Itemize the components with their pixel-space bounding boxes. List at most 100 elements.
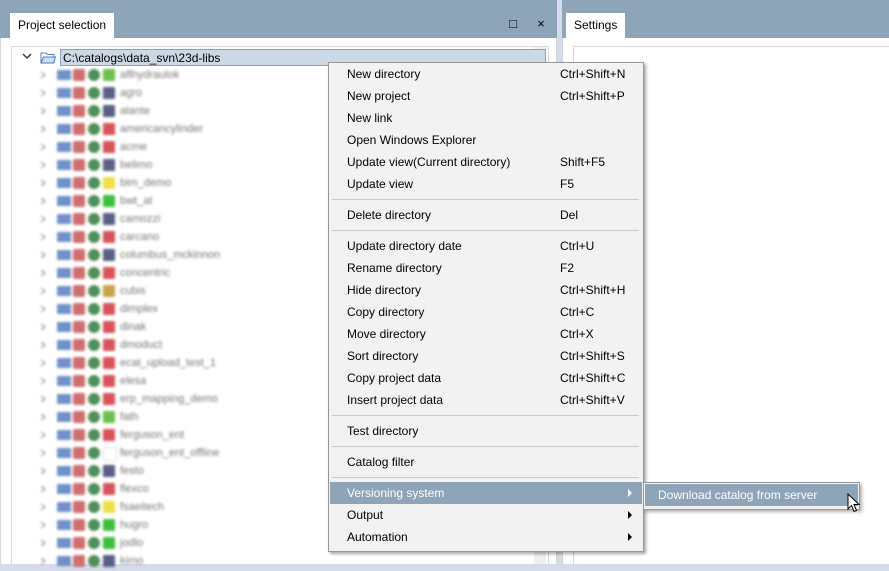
globe-icon (88, 483, 100, 495)
menu-item-update-directory-date[interactable]: Update directory date Ctrl+U (330, 235, 642, 257)
folder-icon (57, 70, 71, 80)
tree-row[interactable]: fsaeitech (40, 499, 340, 517)
tree-row[interactable]: bwt_at (40, 193, 340, 211)
tree-row[interactable]: camozzi (40, 211, 340, 229)
chevron-right-icon[interactable] (40, 251, 46, 259)
tree-row[interactable]: cubis (40, 283, 340, 301)
menu-item-test-directory[interactable]: Test directory (330, 420, 642, 442)
project-color-icon (103, 339, 115, 351)
menu-item-label: Insert project data (347, 393, 444, 407)
tree-row[interactable]: acme (40, 139, 340, 157)
menu-item-insert-project-data[interactable]: Insert project data Ctrl+Shift+V (330, 389, 642, 411)
menu-item-copy-directory[interactable]: Copy directory Ctrl+C (330, 301, 642, 323)
tree-row[interactable]: belimo (40, 157, 340, 175)
tab-settings[interactable]: Settings (566, 13, 626, 38)
chevron-right-icon[interactable] (40, 521, 46, 529)
chevron-right-icon[interactable] (40, 503, 46, 511)
chevron-right-icon[interactable] (40, 125, 46, 133)
chevron-right-icon[interactable] (40, 233, 46, 241)
menu-item-update-view-current-directory[interactable]: Update view(Current directory) Shift+F5 (330, 151, 642, 173)
project-color-icon (103, 231, 115, 243)
chevron-right-icon[interactable] (40, 287, 46, 295)
status-icon (73, 213, 85, 225)
maximize-button[interactable]: □ (502, 13, 524, 35)
chevron-right-icon[interactable] (40, 179, 46, 187)
tree-row-label: ecat_upload_test_1 (120, 357, 217, 369)
menu-item-new-link[interactable]: New link (330, 107, 642, 129)
chevron-right-icon[interactable] (40, 161, 46, 169)
tree-row[interactable]: flexco (40, 481, 340, 499)
menu-item-move-directory[interactable]: Move directory Ctrl+X (330, 323, 642, 345)
chevron-right-icon[interactable] (40, 269, 46, 277)
chevron-right-icon[interactable] (40, 539, 46, 547)
tree-row[interactable]: ferguson_ent_offline (40, 445, 340, 463)
tree-row[interactable]: fath (40, 409, 340, 427)
status-icon (73, 447, 85, 459)
tree-row[interactable]: bim_demo (40, 175, 340, 193)
menu-item-label: Output (347, 508, 384, 522)
chevron-right-icon[interactable] (40, 359, 46, 367)
tree-row[interactable]: elesa (40, 373, 340, 391)
menu-item-shortcut: Ctrl+C (560, 305, 595, 319)
chevron-right-icon[interactable] (40, 467, 46, 475)
menu-item-new-project[interactable]: New project Ctrl+Shift+P (330, 85, 642, 107)
tree-row[interactable]: jodlo (40, 535, 340, 553)
tree-row[interactable]: ferguson_ent (40, 427, 340, 445)
menu-item-new-directory[interactable]: New directory Ctrl+Shift+N (330, 63, 642, 85)
tree-row[interactable]: columbus_mckinnon (40, 247, 340, 265)
chevron-right-icon[interactable] (40, 107, 46, 115)
chevron-right-icon[interactable] (40, 71, 46, 79)
menu-item-versioning-system[interactable]: Versioning system (330, 482, 642, 504)
tree-row[interactable]: concentric (40, 265, 340, 283)
menu-item-label: Copy project data (347, 371, 442, 385)
chevron-down-icon[interactable] (22, 51, 32, 61)
menu-item-automation[interactable]: Automation (330, 526, 642, 548)
menu-item-download-catalog-from-server[interactable]: Download catalog from server (645, 484, 858, 506)
menu-item-update-view[interactable]: Update view F5 (330, 173, 642, 195)
chevron-right-icon[interactable] (40, 89, 46, 97)
close-panel-button[interactable]: × (530, 13, 552, 35)
tree-row[interactable]: alante (40, 103, 340, 121)
menu-item-delete-directory[interactable]: Delete directory Del (330, 204, 642, 226)
chevron-right-icon[interactable] (40, 305, 46, 313)
menu-item-rename-directory[interactable]: Rename directory F2 (330, 257, 642, 279)
menu-item-output[interactable]: Output (330, 504, 642, 526)
tree-row[interactable]: erp_mapping_demo (40, 391, 340, 409)
menu-item-label: Rename directory (347, 261, 442, 275)
chevron-right-icon[interactable] (40, 413, 46, 421)
tree-row[interactable]: hugro (40, 517, 340, 535)
chevron-right-icon[interactable] (40, 377, 46, 385)
menu-item-hide-directory[interactable]: Hide directory Ctrl+Shift+H (330, 279, 642, 301)
tree-row-label: elesa (120, 375, 147, 387)
tree-row[interactable]: ecat_upload_test_1 (40, 355, 340, 373)
menu-item-sort-directory[interactable]: Sort directory Ctrl+Shift+S (330, 345, 642, 367)
globe-icon (88, 519, 100, 531)
tree-row[interactable]: americancylinder (40, 121, 340, 139)
chevron-right-icon[interactable] (40, 323, 46, 331)
chevron-right-icon[interactable] (40, 485, 46, 493)
menu-item-catalog-filter[interactable]: Catalog filter (330, 451, 642, 473)
tree-row[interactable]: dinak (40, 319, 340, 337)
tree-row-label: camozzi (120, 213, 161, 225)
chevron-right-icon[interactable] (40, 341, 46, 349)
menu-item-open-windows-explorer[interactable]: Open Windows Explorer (330, 129, 642, 151)
tree-row[interactable]: dmoduct (40, 337, 340, 355)
chevron-right-icon[interactable] (40, 197, 46, 205)
chevron-right-icon[interactable] (40, 215, 46, 223)
tree-row[interactable]: aflhydraulok (40, 67, 340, 85)
globe-icon (88, 285, 100, 297)
tree-row[interactable]: carcano (40, 229, 340, 247)
chevron-right-icon[interactable] (40, 431, 46, 439)
tree-row[interactable]: festo (40, 463, 340, 481)
tree-row[interactable]: kimo (40, 553, 340, 571)
tab-project-selection[interactable]: Project selection (10, 13, 115, 38)
status-icon (73, 195, 85, 207)
chevron-right-icon[interactable] (40, 395, 46, 403)
folder-icon (57, 340, 71, 350)
tree-row[interactable]: dimplex (40, 301, 340, 319)
chevron-right-icon[interactable] (40, 143, 46, 151)
folder-icon (57, 358, 71, 368)
chevron-right-icon[interactable] (40, 449, 46, 457)
tree-row[interactable]: agro (40, 85, 340, 103)
menu-item-copy-project-data[interactable]: Copy project data Ctrl+Shift+C (330, 367, 642, 389)
